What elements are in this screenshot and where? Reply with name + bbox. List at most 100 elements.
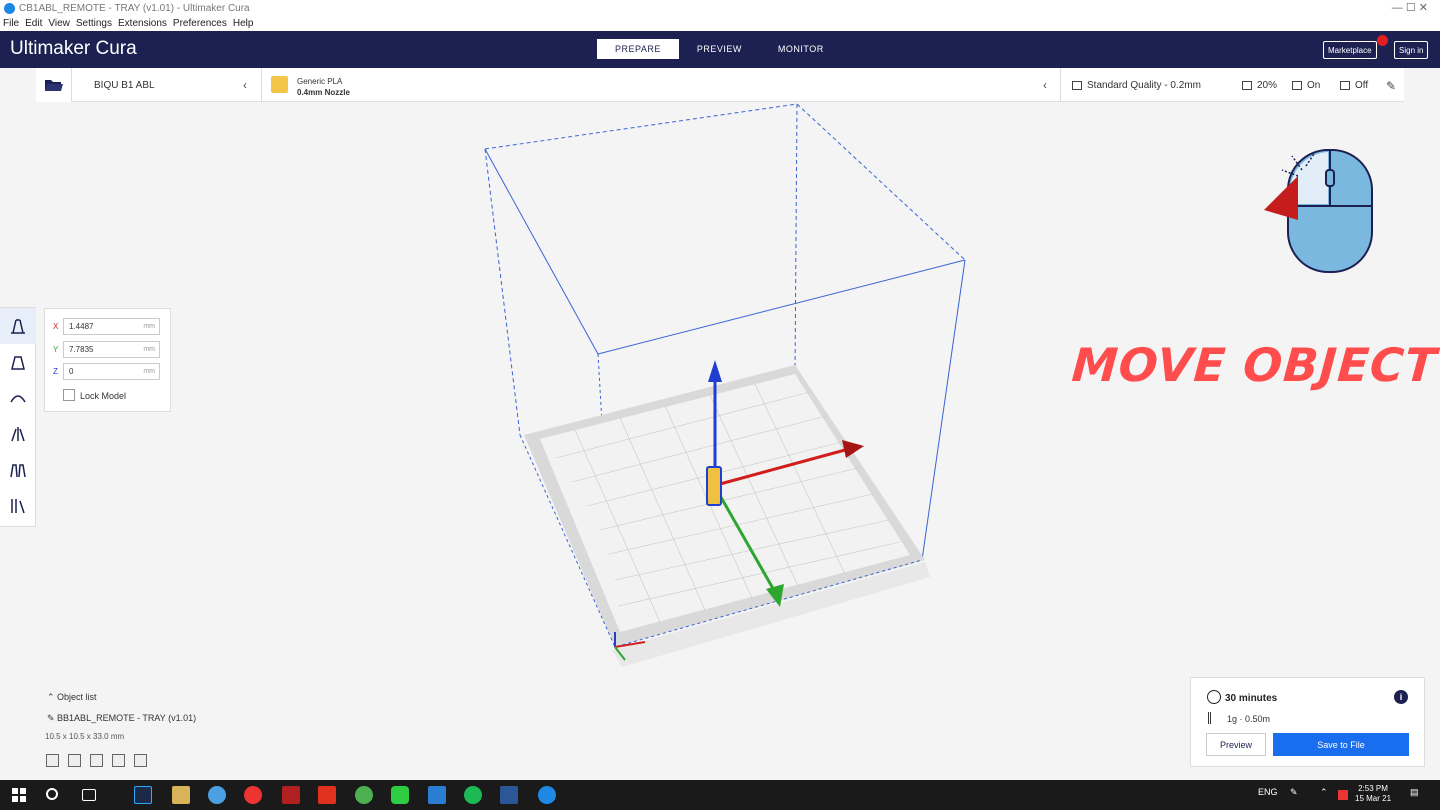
material-usage: 1g · 0.50m	[1227, 714, 1271, 724]
x-axis-label: X	[53, 322, 59, 331]
x-unit: mm	[143, 323, 155, 330]
y-unit: mm	[143, 346, 155, 353]
tab-prepare[interactable]: PREPARE	[597, 39, 679, 59]
mirror-icon	[11, 427, 25, 442]
object-name-label: BB1ABL_REMOTE - TRAY (v1.01)	[57, 713, 197, 723]
chevron-left-icon[interactable]: ‹	[243, 78, 247, 92]
nozzle-size[interactable]: 0.4mm Nozzle	[297, 88, 350, 97]
material-usage-icon	[1208, 712, 1218, 724]
menu-extensions[interactable]: Extensions	[118, 18, 167, 29]
word-icon[interactable]	[500, 786, 518, 804]
object-name[interactable]: ✎ BB1ABL_REMOTE - TRAY (v1.01)	[47, 713, 196, 724]
per-model-settings-icon	[10, 464, 26, 478]
menu-preferences[interactable]: Preferences	[173, 18, 227, 29]
taskbar-clock[interactable]: 2:53 PM 15 Mar 21	[1355, 784, 1391, 804]
material-name[interactable]: Generic PLA	[297, 77, 342, 86]
chevron-left-icon[interactable]: ‹	[1043, 78, 1047, 92]
taskbar-time: 2:53 PM	[1358, 784, 1388, 793]
config-bar: BIQU B1 ABL ‹ Generic PLA 0.4mm Nozzle ‹…	[36, 68, 1404, 102]
windows-start-icon[interactable]	[10, 786, 28, 804]
sign-in-button[interactable]: Sign in	[1394, 41, 1429, 59]
quality-selector[interactable]: Standard Quality - 0.2mm	[1072, 80, 1201, 91]
z-input[interactable]: 0 mm	[63, 363, 160, 380]
object-list-toggle[interactable]: ⌃ Object list	[47, 692, 97, 703]
open-file-button[interactable]	[36, 68, 72, 102]
move-tool-button[interactable]	[0, 308, 36, 344]
info-icon[interactable]: i	[1394, 690, 1408, 704]
x-input[interactable]: 1.4487 mm	[63, 318, 160, 335]
menu-file[interactable]: File	[3, 18, 19, 29]
view-front-button[interactable]	[68, 754, 81, 767]
photoshop-icon[interactable]	[134, 786, 152, 804]
adhesion-setting[interactable]: Off	[1340, 80, 1368, 91]
printer-selector[interactable]: BIQU B1 ABL	[94, 80, 155, 91]
support-value: On	[1307, 80, 1321, 91]
adhesion-value: Off	[1355, 80, 1369, 91]
notification-badge	[1377, 35, 1388, 46]
tray-app-icon[interactable]	[1338, 790, 1348, 800]
chrome-icon[interactable]	[355, 786, 373, 804]
task-view-icon[interactable]	[82, 789, 96, 801]
clock-icon	[1207, 690, 1221, 704]
pencil-icon[interactable]: ✎	[1386, 79, 1396, 93]
infill-setting[interactable]: 20%	[1242, 80, 1277, 91]
acrobat-icon[interactable]	[318, 786, 336, 804]
scale-tool-button[interactable]	[0, 344, 36, 380]
marketplace-button[interactable]: Marketplace	[1323, 41, 1377, 59]
per-model-settings-button[interactable]	[0, 452, 36, 488]
quality-icon	[1072, 81, 1082, 90]
y-axis-label: Y	[53, 345, 59, 354]
material-spool-icon	[271, 76, 288, 93]
infill-icon	[1242, 81, 1252, 90]
search-icon[interactable]	[46, 788, 58, 800]
cura-app-icon	[4, 2, 15, 14]
spotify-icon[interactable]	[464, 786, 482, 804]
cura-taskbar-icon[interactable]	[538, 786, 556, 804]
tool-sidebar	[0, 307, 36, 527]
view-top-button[interactable]	[90, 754, 103, 767]
rotate-tool-button[interactable]	[0, 380, 36, 416]
adhesion-icon	[1340, 81, 1350, 90]
file-explorer-icon[interactable]	[172, 786, 190, 804]
z-unit: mm	[143, 368, 155, 375]
view-3d-button[interactable]	[46, 754, 59, 767]
z-axis-label: Z	[53, 367, 58, 376]
menu-bar: File Edit View Settings Extensions Prefe…	[0, 16, 1440, 31]
y-input[interactable]: 7.7835 mm	[63, 341, 160, 358]
folder-icon	[44, 80, 63, 91]
menu-edit[interactable]: Edit	[25, 18, 42, 29]
menu-view[interactable]: View	[48, 18, 70, 29]
language-indicator[interactable]: ENG	[1258, 787, 1278, 797]
mirror-tool-button[interactable]	[0, 416, 36, 452]
support-setting[interactable]: On	[1292, 80, 1320, 91]
support-blocker-button[interactable]	[0, 488, 36, 524]
menu-settings[interactable]: Settings	[76, 18, 112, 29]
mail-icon[interactable]	[428, 786, 446, 804]
tab-preview[interactable]: PREVIEW	[679, 39, 760, 59]
print-time: 30 minutes	[1225, 693, 1278, 704]
view-right-button[interactable]	[134, 754, 147, 767]
network-app-icon[interactable]	[208, 786, 226, 804]
lock-model-checkbox[interactable]	[63, 389, 75, 401]
mouse-left-click-icon	[1264, 149, 1373, 273]
move-object-banner: MOVE OBJECT	[1070, 338, 1440, 392]
window-controls[interactable]: — ☐ ✕	[1392, 1, 1428, 14]
tray-chevron-icon[interactable]: ⌃	[1320, 787, 1328, 798]
object-list-header: Object list	[57, 692, 97, 702]
quality-label: Standard Quality - 0.2mm	[1087, 80, 1201, 91]
camera-view-buttons	[46, 754, 147, 767]
menu-help[interactable]: Help	[233, 18, 254, 29]
scale-icon	[11, 356, 25, 370]
move-panel: X 1.4487 mm Y 7.7835 mm Z 0 mm Lock Mode…	[44, 308, 171, 412]
save-to-file-button[interactable]: Save to File	[1273, 733, 1409, 756]
tab-monitor[interactable]: MONITOR	[760, 39, 842, 59]
pen-icon[interactable]: ✎	[1290, 787, 1298, 798]
preview-button[interactable]: Preview	[1206, 733, 1266, 756]
lock-model-label: Lock Model	[80, 391, 127, 401]
line-app-icon[interactable]	[391, 786, 409, 804]
taskbar-date: 15 Mar 21	[1355, 794, 1392, 803]
red-app-icon[interactable]	[244, 786, 262, 804]
view-left-button[interactable]	[112, 754, 125, 767]
notification-icon[interactable]: ▤	[1410, 787, 1419, 798]
pdf-editor-icon[interactable]	[282, 786, 300, 804]
